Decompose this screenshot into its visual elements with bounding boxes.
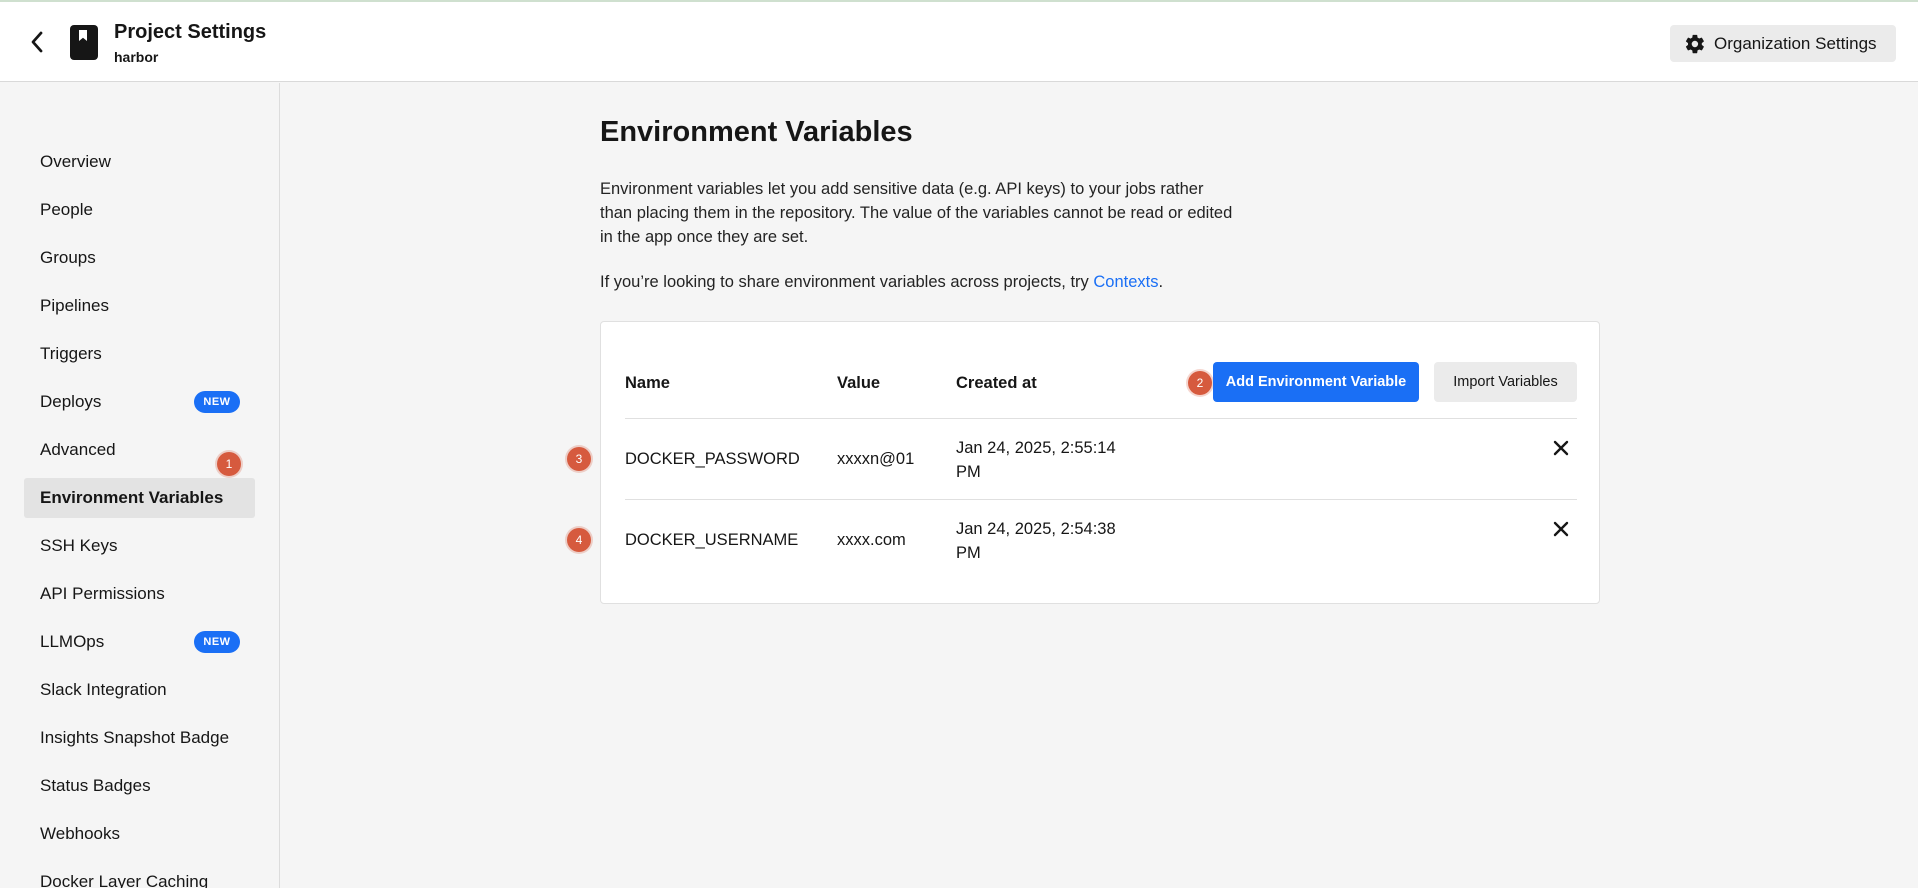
chevron-left-icon — [31, 31, 43, 53]
sidebar-item-status-badges[interactable]: Status Badges — [24, 766, 255, 806]
variable-value: xxxxn@01 — [837, 450, 915, 468]
sidebar-item-label: People — [40, 200, 93, 219]
annotation-marker: 2 — [1188, 371, 1212, 395]
project-bookmark-icon — [70, 25, 98, 60]
back-button[interactable] — [22, 27, 52, 57]
row-divider — [625, 499, 1577, 500]
sidebar-item-label: Environment Variables — [40, 488, 224, 507]
sidebar-item-label: Triggers — [40, 344, 102, 363]
sidebar-item-label: Docker Layer Caching — [40, 872, 209, 888]
close-icon — [1553, 440, 1569, 456]
sidebar-item-label: API Permissions — [40, 584, 165, 603]
organization-settings-label: Organization Settings — [1714, 34, 1877, 53]
sidebar-item-label: Slack Integration — [40, 680, 167, 699]
sidebar-item-deploys[interactable]: Deploys NEW — [24, 382, 255, 422]
new-badge: NEW — [194, 391, 240, 413]
page-title: Project Settings — [114, 21, 267, 43]
sidebar-item-people[interactable]: People — [24, 190, 255, 230]
row-divider — [625, 418, 1577, 419]
new-badge: NEW — [194, 631, 240, 653]
annotation-marker: 3 — [567, 447, 591, 471]
contexts-hint-suffix: . — [1158, 273, 1164, 291]
sidebar-item-slack-integration[interactable]: Slack Integration — [24, 670, 255, 710]
contexts-hint-prefix: If you’re looking to share environment v… — [600, 273, 1094, 291]
sidebar-item-label: Overview — [40, 152, 111, 171]
sidebar-item-groups[interactable]: Groups — [24, 238, 255, 278]
sidebar-item-label: LLMOps — [40, 632, 105, 651]
env-vars-table-card: Name Value Created at 2 Add Environment … — [567, 321, 1600, 604]
contexts-link[interactable]: Contexts — [1093, 273, 1158, 291]
column-header-name: Name — [625, 374, 670, 392]
annotation-marker: 1 — [217, 452, 241, 476]
close-icon — [1553, 521, 1569, 537]
column-header-value: Value — [837, 374, 881, 392]
sidebar-item-pipelines[interactable]: Pipelines — [24, 286, 255, 326]
project-name: harbor — [114, 49, 159, 65]
sidebar-item-label: Deploys — [40, 392, 102, 411]
sidebar-item-label: Status Badges — [40, 776, 151, 795]
variable-name: DOCKER_PASSWORD — [625, 450, 800, 468]
section-description: Environment variables let you add sensit… — [600, 180, 1233, 246]
variable-created-at: Jan 24, 2025, 2:54:38 PM — [956, 520, 1116, 562]
sidebar-item-ssh-keys[interactable]: SSH Keys — [24, 526, 255, 566]
variable-value: xxxx.com — [837, 531, 906, 549]
column-header-created-at: Created at — [956, 374, 1037, 392]
delete-variable-button[interactable] — [1549, 517, 1573, 541]
section-title: Environment Variables — [600, 116, 913, 148]
sidebar-item-label: Pipelines — [40, 296, 109, 315]
annotation-marker: 4 — [567, 528, 591, 552]
sidebar-item-label: SSH Keys — [40, 536, 118, 555]
sidebar-item-docker-layer-caching[interactable]: Docker Layer Caching — [24, 862, 255, 888]
sidebar-item-label: Advanced — [40, 440, 116, 459]
sidebar-item-llmops[interactable]: LLMOps NEW — [24, 622, 255, 662]
sidebar-item-label: Insights Snapshot Badge — [40, 728, 230, 747]
add-environment-variable-button[interactable]: Add Environment Variable — [1213, 362, 1419, 402]
sidebar-item-label: Groups — [40, 248, 96, 267]
sidebar-item-overview[interactable]: Overview — [24, 142, 255, 182]
sidebar-item-insights-snapshot-badge[interactable]: Insights Snapshot Badge — [24, 718, 255, 758]
sidebar-item-triggers[interactable]: Triggers — [24, 334, 255, 374]
settings-sidebar: Overview People Groups Pipelines Trigger… — [0, 83, 280, 888]
import-variables-button[interactable]: Import Variables — [1434, 362, 1577, 402]
sidebar-item-webhooks[interactable]: Webhooks — [24, 814, 255, 854]
organization-settings-button[interactable]: Organization Settings — [1670, 25, 1896, 62]
gear-icon — [1685, 34, 1704, 54]
header-bar: Project Settings harbor Organization Set… — [0, 2, 1918, 82]
variable-created-at: Jan 24, 2025, 2:55:14 PM — [956, 439, 1116, 481]
variable-name: DOCKER_USERNAME — [625, 531, 799, 549]
delete-variable-button[interactable] — [1549, 436, 1573, 460]
contexts-hint: If you’re looking to share environment v… — [600, 273, 1163, 292]
sidebar-item-environment-variables[interactable]: Environment Variables — [24, 478, 255, 518]
sidebar-item-label: Webhooks — [40, 824, 121, 843]
sidebar-item-api-permissions[interactable]: API Permissions — [24, 574, 255, 614]
